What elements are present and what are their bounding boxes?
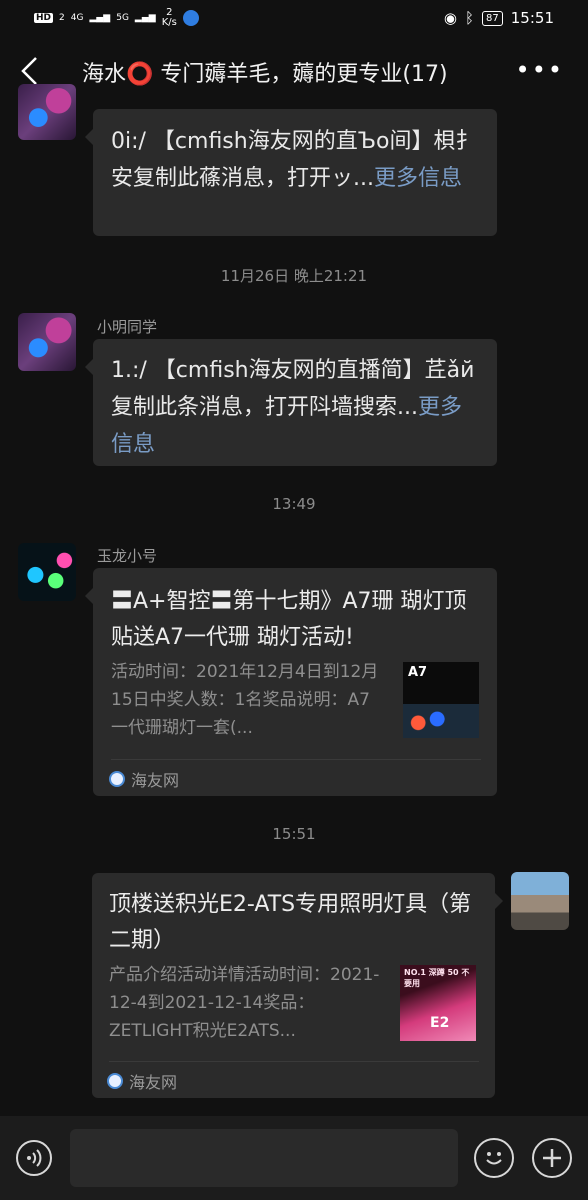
card-title: 顶楼送积光E2-ATS专用照明灯具（第二期） bbox=[109, 892, 472, 953]
card-description: 产品介绍活动详情活动时间：2021-12-4到2021-12-14奖品：ZETL… bbox=[109, 965, 380, 1041]
link-card[interactable]: 〓A+智控〓第十七期》A7珊 瑚灯顶贴送A7一代珊 瑚灯活动! 活动时间：202… bbox=[85, 568, 497, 796]
sim-number: 2 bbox=[59, 12, 65, 23]
voice-button[interactable] bbox=[16, 1140, 52, 1176]
status-bar: HD 2 4G ▂▄▆ 5G ▂▄▆ 2 K/s ◉ ᛒ 87 15:51 bbox=[0, 0, 588, 38]
smiley-icon bbox=[486, 1152, 502, 1165]
card-thumbnail: NO.1 深蹲 50 不要用 E2 bbox=[400, 965, 476, 1041]
more-info-link[interactable]: 更多信息 bbox=[374, 166, 462, 191]
card-thumbnail: A7 bbox=[403, 662, 479, 738]
chat-header: 海水⭕ 专门薅羊毛，薅的更专业(17) ••• bbox=[0, 38, 588, 104]
divider bbox=[109, 1061, 479, 1062]
message-text: 1.:/ 【cmfish海友网的直播简】茊ǎй复制此条消息，打开阧墙搜索...更… bbox=[111, 358, 475, 457]
timestamp: 11月26日 晚上21:21 bbox=[220, 267, 368, 285]
hd-badge: HD bbox=[34, 13, 54, 23]
my-avatar[interactable] bbox=[511, 872, 569, 930]
signal-5g-icon: 5G bbox=[116, 12, 129, 23]
add-button[interactable] bbox=[532, 1138, 572, 1178]
battery-icon: 87 bbox=[482, 10, 503, 26]
signal-bars-icon: ▂▄▆ bbox=[89, 12, 111, 23]
sender-name: 玉龙小号 bbox=[97, 547, 158, 565]
source-name: 海友网 bbox=[129, 1073, 178, 1092]
thumbnail-banner: NO.1 深蹲 50 不要用 bbox=[404, 968, 470, 988]
sender-name: 小明同学 bbox=[97, 318, 158, 336]
message-text: 0i:/ 【cmfish海友网的直Ъo间】梖扌 安复制此蓧消息，打开ッ...更多… bbox=[111, 129, 478, 191]
status-right: ◉ ᛒ 87 15:51 bbox=[444, 9, 554, 27]
source-name: 海友网 bbox=[131, 771, 180, 790]
avatar[interactable] bbox=[18, 313, 76, 371]
more-menu-button[interactable]: ••• bbox=[516, 56, 564, 84]
card-title: 〓A+智控〓第十七期》A7珊 瑚灯顶贴送A7一代珊 瑚灯活动! bbox=[111, 589, 467, 650]
message-bubble[interactable]: 0i:/ 【cmfish海友网的直Ъo间】梖扌 安复制此蓧消息，打开ッ...更多… bbox=[85, 109, 497, 236]
card-description: 活动时间：2021年12月4日到12月15日中奖人数：1名奖品说明：A7一代珊瑚… bbox=[111, 662, 379, 738]
card-source: 海友网 bbox=[107, 1069, 177, 1093]
chat-title: 海水⭕ 专门薅羊毛，薅的更专业(17) bbox=[82, 62, 448, 87]
signal-bars-icon: ▂▄▆ bbox=[134, 12, 156, 23]
shield-icon bbox=[182, 10, 199, 26]
message-bubble[interactable]: 1.:/ 【cmfish海友网的直播简】茊ǎй复制此条消息，打开阧墙搜索...更… bbox=[85, 339, 497, 466]
thumbnail-label: A7 bbox=[408, 665, 428, 680]
avatar[interactable] bbox=[18, 543, 76, 601]
chevron-left-icon bbox=[21, 57, 37, 85]
link-card[interactable]: 顶楼送积光E2-ATS专用照明灯具（第二期） 产品介绍活动详情活动时间：2021… bbox=[92, 873, 503, 1098]
source-icon bbox=[109, 771, 125, 787]
eye-icon: ◉ bbox=[443, 9, 458, 27]
card-source: 海友网 bbox=[109, 767, 179, 791]
message-input[interactable] bbox=[70, 1129, 458, 1187]
emoji-button[interactable] bbox=[474, 1138, 514, 1178]
input-bar bbox=[0, 1116, 588, 1200]
signal-4g-icon: 4G bbox=[70, 12, 84, 23]
bluetooth-icon: ᛒ bbox=[465, 9, 475, 27]
timestamp: 15:51 bbox=[272, 825, 316, 843]
voice-icon bbox=[27, 1149, 42, 1167]
divider bbox=[111, 759, 481, 760]
timestamp: 13:49 bbox=[272, 495, 316, 513]
thumbnail-label: E2 bbox=[430, 1015, 450, 1031]
net-speed: 2 K/s bbox=[161, 7, 177, 28]
status-left: HD 2 4G ▂▄▆ 5G ▂▄▆ 2 K/s bbox=[34, 8, 199, 28]
back-button[interactable] bbox=[18, 54, 42, 88]
plus-icon bbox=[543, 1149, 561, 1167]
source-icon bbox=[107, 1073, 123, 1089]
time: 15:51 bbox=[510, 9, 554, 27]
avatar[interactable] bbox=[18, 84, 76, 140]
